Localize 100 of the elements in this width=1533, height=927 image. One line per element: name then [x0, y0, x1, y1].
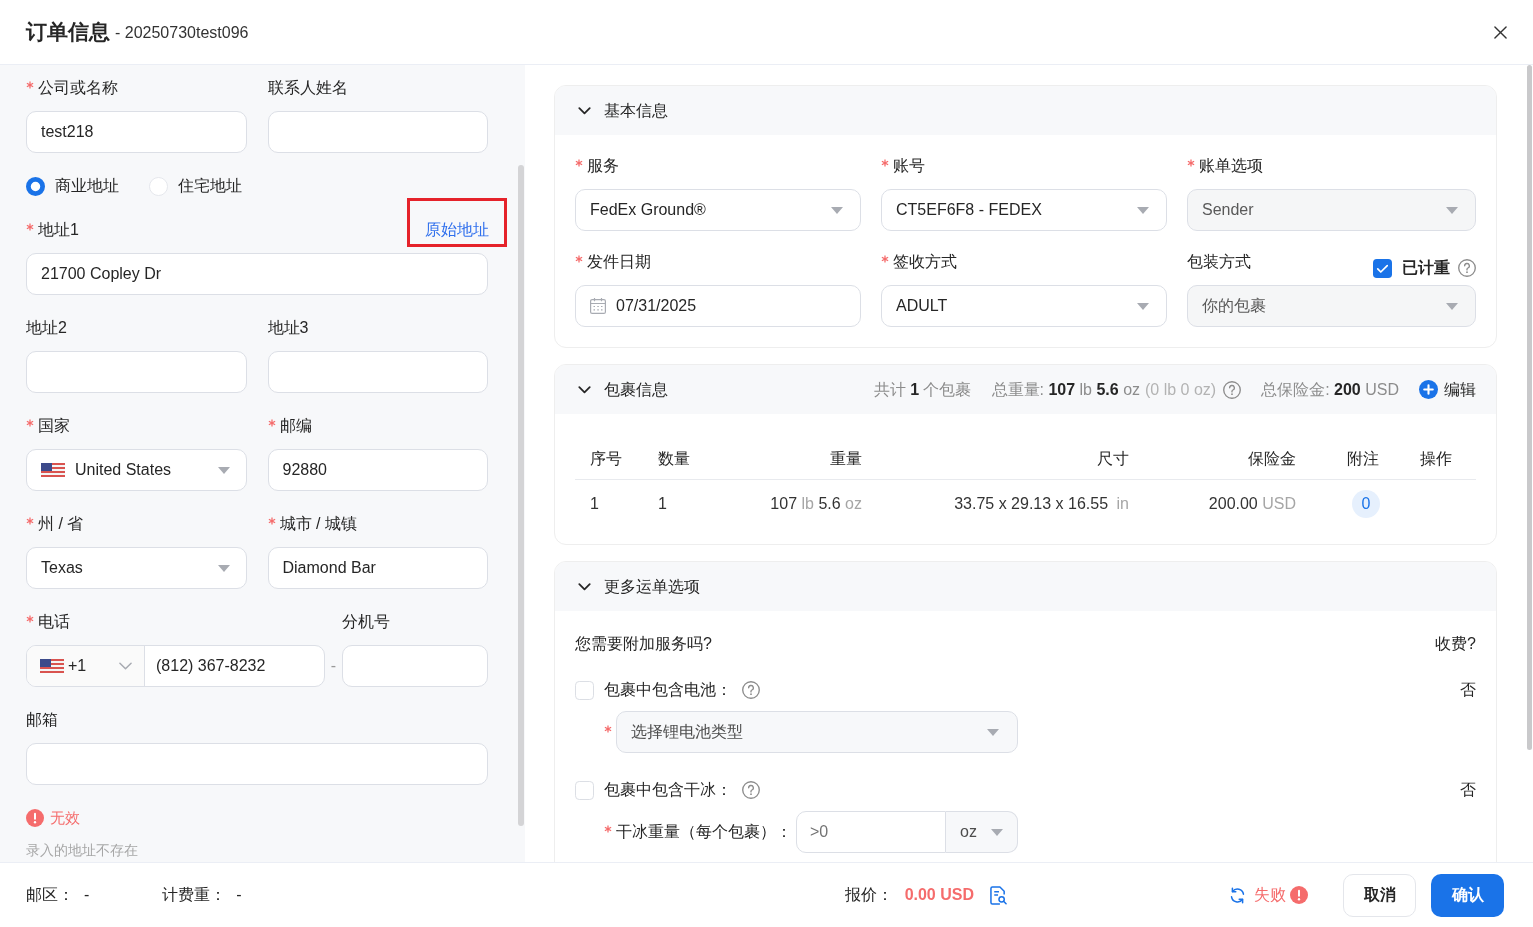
- alert-icon: [1290, 886, 1308, 904]
- column-header: 数量: [657, 448, 691, 469]
- select-field[interactable]: CT5EF6F8 - FEDEX: [881, 189, 1167, 231]
- info-value: -: [236, 885, 242, 905]
- column-header: 操作: [1419, 448, 1453, 469]
- status-text: 失败: [1254, 885, 1286, 905]
- fee-value: 否: [1460, 680, 1476, 700]
- country-code-select[interactable]: +1: [27, 646, 145, 686]
- alert-icon: [26, 809, 44, 827]
- service-label: 包裹中包含干冰：: [604, 780, 732, 800]
- section-toggle[interactable]: 包裹信息: [578, 378, 668, 401]
- field-label: 地址2: [26, 318, 67, 338]
- column-header: 重量: [829, 448, 863, 469]
- info-value: -: [84, 885, 90, 905]
- column-header: 附注: [1346, 448, 1380, 469]
- confirm-button[interactable]: 确认: [1431, 873, 1504, 917]
- text-field[interactable]: [26, 351, 247, 393]
- caret-icon: [217, 564, 230, 572]
- summary-note: (0 lb 0 oz): [1145, 379, 1217, 400]
- refresh-icon[interactable]: [1229, 886, 1246, 904]
- caret-icon: [1137, 302, 1149, 310]
- validation-message: 录入的地址不存在: [26, 841, 139, 859]
- help-icon[interactable]: [742, 681, 760, 699]
- text-field[interactable]: Diamond Bar: [267, 547, 488, 589]
- chevron-icon: [119, 662, 132, 670]
- select-field[interactable]: 选择锂电池类型: [616, 711, 1018, 753]
- scrollbar-thumb[interactable]: [518, 165, 524, 826]
- radio-option[interactable]: 商业地址: [26, 175, 119, 197]
- field-label: 国家: [38, 416, 70, 436]
- text-field[interactable]: [342, 645, 488, 687]
- select-field[interactable]: FedEx Ground®: [575, 189, 861, 231]
- column-header: 序号: [589, 448, 623, 469]
- table-cell-text: 200.00 USD: [1207, 494, 1297, 514]
- unit-select[interactable]: oz: [946, 811, 1018, 853]
- radio-button[interactable]: [26, 176, 45, 196]
- text-field[interactable]: [267, 351, 488, 393]
- field-label: 邮箱: [26, 710, 58, 730]
- calendar-icon: [590, 298, 606, 314]
- select-field[interactable]: Texas: [26, 547, 247, 589]
- fee-value: 否: [1460, 780, 1476, 800]
- caret-icon: [217, 466, 230, 474]
- field-label: 电话: [38, 612, 70, 632]
- note-count-badge[interactable]: 0: [1352, 490, 1380, 518]
- section-toggle[interactable]: 基本信息: [578, 99, 668, 122]
- caret-icon: [1446, 206, 1458, 214]
- plus-icon: [1419, 380, 1438, 399]
- field-label: 地址3: [267, 318, 309, 338]
- help-icon[interactable]: [1458, 259, 1476, 277]
- select-field[interactable]: ADULT: [881, 285, 1167, 327]
- question-text: 您需要附加服务吗?: [575, 634, 712, 654]
- order-number: - 20250730test096: [115, 23, 249, 43]
- field-label: 公司或名称: [38, 78, 118, 98]
- info-label: 计费重：: [162, 885, 227, 905]
- radio-option[interactable]: 住宅地址: [149, 175, 242, 197]
- field-label: 分机号: [342, 612, 390, 632]
- text-field[interactable]: test218: [26, 111, 247, 153]
- help-icon[interactable]: [1223, 380, 1242, 399]
- checkbox[interactable]: [575, 780, 594, 800]
- help-icon[interactable]: [742, 781, 760, 799]
- chevron-icon: [578, 385, 591, 394]
- dialog-title: 订单信息: [26, 19, 110, 45]
- field-label: 邮编: [279, 416, 312, 436]
- text-field[interactable]: 92880: [267, 449, 488, 491]
- flag-icon: [41, 463, 65, 477]
- date-field[interactable]: 07/31/2025: [575, 285, 861, 327]
- caret-icon: [1446, 302, 1458, 310]
- select-field[interactable]: United States: [26, 449, 247, 491]
- separator-dash: -: [330, 656, 337, 676]
- column-header: 保险金: [1247, 448, 1297, 469]
- field-label: 城市 / 城镇: [279, 514, 357, 534]
- cancel-button[interactable]: 取消: [1343, 873, 1416, 917]
- quote-label: 报价：: [844, 885, 893, 905]
- table-cell-text: 1: [589, 494, 600, 514]
- original-address-link[interactable]: 原始地址: [425, 219, 489, 241]
- section-toggle[interactable]: 更多运单选项: [578, 575, 700, 598]
- summary-text: 共计 1 个包裹: [873, 379, 972, 400]
- validation-status: 无效: [50, 808, 80, 828]
- document-search-icon[interactable]: [990, 885, 1007, 905]
- chevron-icon: [578, 106, 591, 115]
- fee-header: 收费?: [1435, 634, 1476, 654]
- info-label: 邮区：: [26, 885, 74, 905]
- text-field[interactable]: [26, 743, 488, 785]
- phone-input[interactable]: (812) 367-8232: [145, 646, 324, 686]
- field-label: 地址1: [38, 220, 79, 240]
- edit-button[interactable]: 编辑: [1419, 378, 1476, 401]
- summary-text: 总保险金: 200 USD: [1261, 379, 1399, 400]
- service-label: 包裹中包含电池：: [604, 680, 732, 700]
- field-label: 包装方式: [1187, 252, 1251, 272]
- summary-text: 总重量: 107 lb 5.6 oz: [991, 379, 1141, 400]
- text-field[interactable]: [267, 111, 488, 153]
- field-label: 发件日期: [587, 252, 651, 272]
- text-field[interactable]: 21700 Copley Dr: [26, 253, 488, 295]
- caret-icon: [1137, 206, 1149, 214]
- flag-icon: [40, 659, 64, 673]
- checkbox[interactable]: [575, 680, 594, 700]
- weight-input[interactable]: >0: [796, 811, 946, 853]
- field-label: 服务: [587, 156, 619, 176]
- chevron-icon: [578, 582, 591, 591]
- close-icon[interactable]: [1494, 25, 1507, 39]
- scrollbar-thumb[interactable]: [1527, 65, 1532, 750]
